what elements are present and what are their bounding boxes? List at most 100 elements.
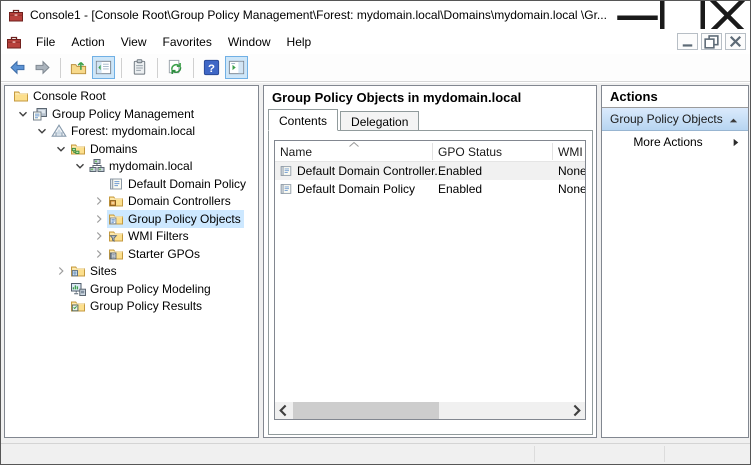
folder-icon — [13, 88, 29, 104]
tree-item-label: Group Policy Management — [52, 106, 194, 122]
console-tree-button[interactable] — [92, 56, 115, 79]
tree-item-group-policy-results[interactable]: Group Policy Results — [5, 298, 258, 315]
tree-item-body[interactable]: Group Policy Modeling — [69, 280, 214, 298]
up-one-level-button[interactable] — [67, 56, 90, 79]
chevron-right-icon[interactable] — [91, 246, 107, 262]
chevron-right-icon[interactable] — [91, 228, 107, 244]
gpo-row-default-domain-policy[interactable]: Default Domain PolicyEnabledNone — [275, 180, 585, 198]
chevron-down-icon[interactable] — [72, 158, 88, 174]
tree-item-label: Forest: mydomain.local — [71, 123, 195, 139]
tree-item-label: Default Domain Policy — [128, 176, 246, 192]
actions-group-header[interactable]: Group Policy Objects — [602, 108, 748, 131]
folder-ou-icon — [108, 193, 124, 209]
forward-icon — [33, 58, 52, 77]
tree-item-body[interactable]: Console Root — [12, 87, 109, 105]
scrollbar-thumb[interactable] — [293, 402, 439, 419]
tree-item-label: Starter GPOs — [128, 246, 200, 262]
chevron-down-icon[interactable] — [34, 123, 50, 139]
tree-item-label: mydomain.local — [109, 158, 192, 174]
menu-favorites[interactable]: Favorites — [155, 32, 220, 52]
maximize-button[interactable] — [660, 1, 705, 29]
child-restore-button[interactable] — [701, 33, 722, 50]
chevron-right-icon[interactable] — [91, 193, 107, 209]
mmc-window: Console1 - [Console Root\Group Policy Ma… — [0, 0, 751, 465]
menu-view[interactable]: View — [113, 32, 155, 52]
tree-item-body[interactable]: Sites — [69, 262, 120, 280]
minimize-button[interactable] — [615, 1, 660, 29]
child-minimize-button[interactable] — [677, 33, 698, 50]
tree-item-body[interactable]: Group Policy Results — [69, 297, 205, 315]
refresh-button[interactable] — [164, 56, 187, 79]
tree-item-body[interactable]: Starter GPOs — [107, 245, 203, 263]
close-button[interactable] — [705, 1, 750, 29]
menu-window[interactable]: Window — [220, 32, 279, 52]
tree-item-label: Group Policy Objects — [128, 211, 241, 227]
tree-item-forest-mydomain-local[interactable]: Forest: mydomain.local — [5, 123, 258, 140]
scroll-left-button[interactable] — [275, 402, 292, 419]
tree-item-console-root[interactable]: Console Root — [5, 88, 258, 105]
clipboard-icon — [130, 58, 149, 77]
folder-results-icon — [70, 298, 86, 314]
tree-item-group-policy-objects[interactable]: Group Policy Objects — [5, 211, 258, 228]
chevron-down-icon[interactable] — [15, 106, 31, 122]
actions-title: Actions — [602, 86, 748, 108]
gpm-icon — [32, 106, 48, 122]
menu-action[interactable]: Action — [63, 32, 112, 52]
column-header-gpo-status[interactable]: GPO Status — [438, 145, 502, 159]
menu-items: FileActionViewFavoritesWindowHelp — [28, 32, 319, 52]
tree-item-wmi-filters[interactable]: WMI Filters — [5, 228, 258, 245]
toolbar-separator — [157, 58, 158, 78]
forward-button[interactable] — [31, 56, 54, 79]
tree-item-group-policy-modeling[interactable]: Group Policy Modeling — [5, 281, 258, 298]
column-header-wmi[interactable]: WMI — [558, 145, 583, 159]
tree-item-mydomain-local[interactable]: mydomain.local — [5, 158, 258, 175]
tree-item-body[interactable]: Domains — [69, 140, 140, 158]
tree-item-label: WMI Filters — [128, 228, 189, 244]
cell-gpo-status: Enabled — [438, 164, 482, 178]
toolbar: ? — [1, 54, 750, 82]
column-header-name[interactable]: Name — [280, 145, 312, 159]
child-close-button[interactable] — [725, 33, 746, 50]
column-divider[interactable] — [432, 143, 433, 160]
tree-item-body[interactable]: mydomain.local — [88, 157, 195, 175]
tab-delegation[interactable]: Delegation — [340, 111, 419, 130]
tree-item-body[interactable]: WMI Filters — [107, 227, 192, 245]
chevron-right-icon[interactable] — [53, 263, 69, 279]
cell-name: Default Domain Controller... — [297, 164, 444, 178]
tree-item-default-domain-policy[interactable]: Default Domain Policy — [5, 176, 258, 193]
tab-strip: ContentsDelegation — [268, 108, 419, 130]
tree-item-body[interactable]: Group Policy Management — [31, 105, 197, 123]
up-one-level-icon — [69, 58, 88, 77]
selected-tree-item[interactable]: Group Policy Objects — [107, 210, 244, 228]
folder-sites-icon — [70, 263, 86, 279]
more-actions-item[interactable]: More Actions — [602, 131, 748, 153]
menu-file[interactable]: File — [28, 32, 63, 52]
domain-icon — [89, 158, 105, 174]
tree-item-body[interactable]: Forest: mydomain.local — [50, 122, 198, 140]
help-button[interactable]: ? — [200, 56, 223, 79]
tree-item-body[interactable]: Default Domain Policy — [107, 175, 249, 193]
gpo-row-default-domain-controller[interactable]: Default Domain Controller...EnabledNone — [275, 162, 585, 180]
horizontal-scrollbar[interactable] — [275, 402, 585, 419]
chevron-right-icon[interactable] — [91, 211, 107, 227]
column-divider[interactable] — [552, 143, 553, 160]
scroll-right-button[interactable] — [568, 402, 585, 419]
back-button[interactable] — [6, 56, 29, 79]
tree-item-sites[interactable]: Sites — [5, 263, 258, 280]
clipboard-button[interactable] — [128, 56, 151, 79]
collapse-group-icon[interactable] — [728, 115, 739, 126]
tree-item-starter-gpos[interactable]: Starter GPOs — [5, 246, 258, 263]
gpo-icon — [279, 164, 293, 178]
tree-item-domain-controllers[interactable]: Domain Controllers — [5, 193, 258, 210]
forest-icon — [51, 123, 67, 139]
menu-help[interactable]: Help — [279, 32, 320, 52]
chevron-down-icon[interactable] — [53, 141, 69, 157]
tree-item-domains[interactable]: Domains — [5, 141, 258, 158]
tree-item-group-policy-management[interactable]: Group Policy Management — [5, 106, 258, 123]
toolbar-separator — [121, 58, 122, 78]
cell-name: Default Domain Policy — [297, 182, 415, 196]
tree-item-body[interactable]: Domain Controllers — [107, 192, 234, 210]
tab-contents[interactable]: Contents — [268, 109, 338, 131]
toolbar-buttons: ? — [5, 56, 249, 79]
action-pane-button[interactable] — [225, 56, 248, 79]
